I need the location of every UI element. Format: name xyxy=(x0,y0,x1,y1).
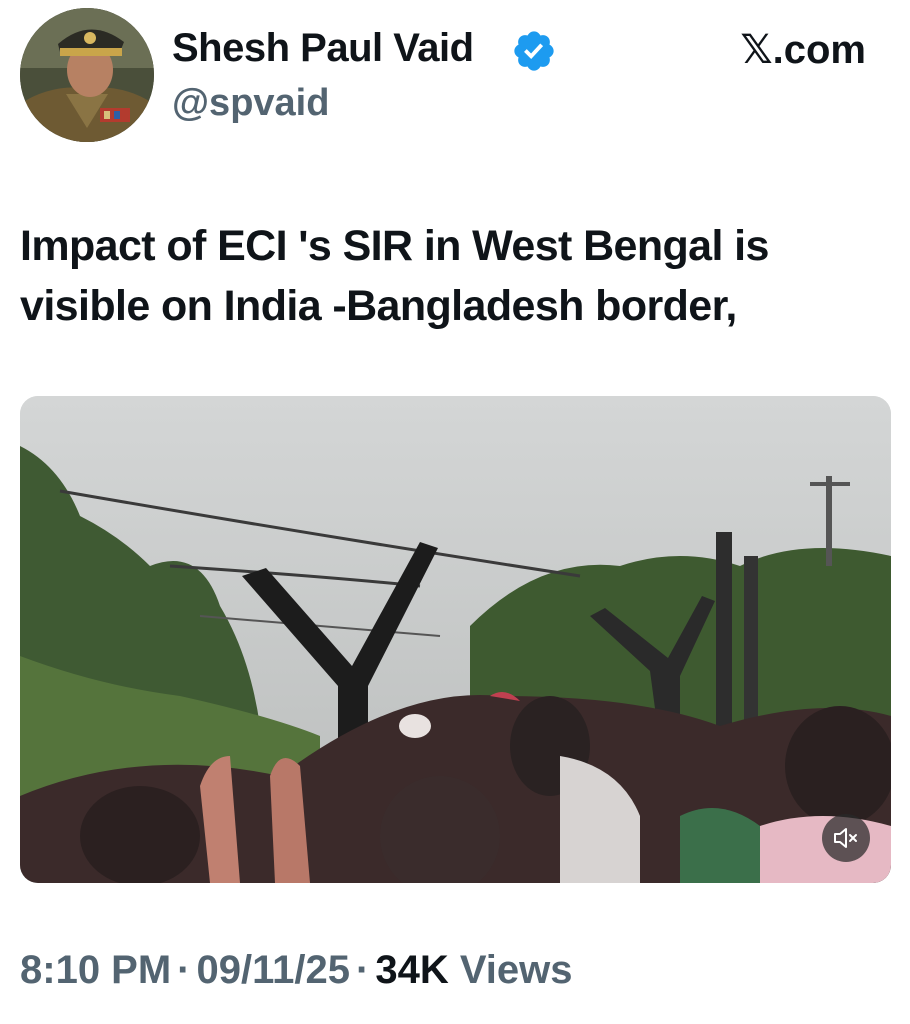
verified-badge-icon xyxy=(514,31,554,71)
tweet-video[interactable] xyxy=(20,396,891,883)
mute-toggle-button[interactable] xyxy=(822,814,870,862)
brand-domain: .com xyxy=(772,28,866,72)
author-name[interactable]: Shesh Paul Vaid xyxy=(172,22,474,74)
tweet-meta: 8:10 PM · 09/11/25 · 34K Views xyxy=(20,944,573,996)
tweet-time[interactable]: 8:10 PM xyxy=(20,948,171,992)
author-handle[interactable]: @spvaid xyxy=(172,78,329,128)
uniformed-officer-avatar-icon xyxy=(20,8,154,142)
meta-separator: · xyxy=(356,948,370,992)
views-count: 34K xyxy=(375,948,449,992)
x-brand-logo: 𝕏.com xyxy=(740,26,866,74)
views-label: Views xyxy=(459,948,573,992)
speaker-muted-icon xyxy=(834,828,857,848)
border-fence-crowd-video-icon xyxy=(20,396,891,883)
author-avatar[interactable] xyxy=(20,8,154,142)
x-logo-icon: 𝕏 xyxy=(740,27,773,73)
tweet-text: Impact of ECI 's SIR in West Bengal is v… xyxy=(20,222,769,330)
meta-separator: · xyxy=(177,948,191,992)
tweet-date[interactable]: 09/11/25 xyxy=(197,948,351,992)
